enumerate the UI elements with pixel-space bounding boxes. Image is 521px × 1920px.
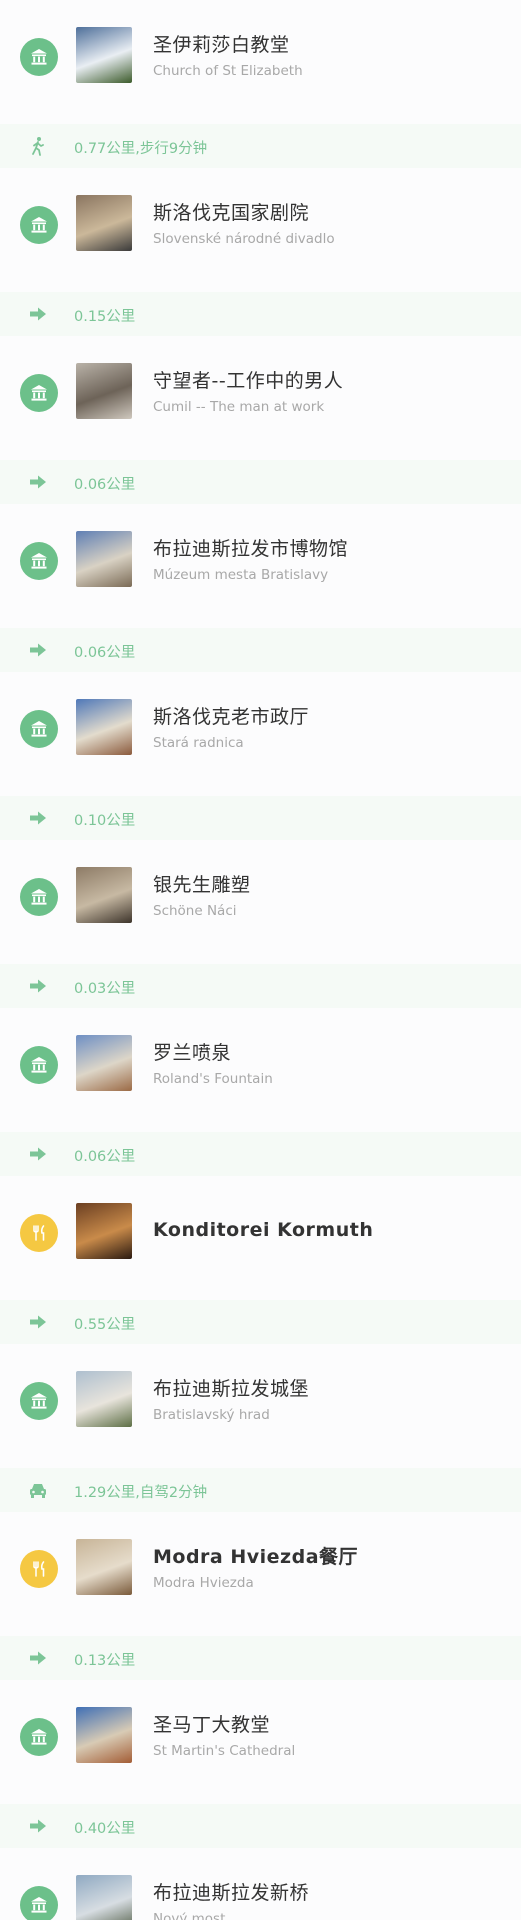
poi-subtitle: Nový most <box>153 1911 226 1920</box>
poi-subtitle: Cumil -- The man at work <box>153 399 325 415</box>
route-leg[interactable]: 1.29公里,自驾2分钟 <box>0 1468 521 1512</box>
arrow-icon <box>27 1648 49 1668</box>
museum-icon <box>20 878 58 916</box>
poi-thumbnail[interactable] <box>76 27 132 83</box>
poi-thumbnail[interactable] <box>76 531 132 587</box>
museum-icon <box>20 1718 58 1756</box>
arrow-icon <box>27 304 49 324</box>
route-leg[interactable]: 0.06公里 <box>0 460 521 504</box>
route-leg[interactable]: 0.77公里,步行9分钟 <box>0 124 521 168</box>
poi-name: 圣伊莉莎白教堂 <box>153 34 290 56</box>
itinerary-list: 圣伊莉莎白教堂 Church of St Elizabeth 0.77公里,步行9分… <box>0 0 521 1920</box>
route-leg[interactable]: 0.55公里 <box>0 1300 521 1344</box>
route-distance: 0.15公里 <box>74 309 136 325</box>
poi-subtitle: Slovenské národné divadlo <box>153 231 335 247</box>
museum-icon <box>20 710 58 748</box>
route-leg[interactable]: 0.40公里 <box>0 1804 521 1848</box>
poi-name: 银先生雕塑 <box>153 874 251 896</box>
poi-name: 布拉迪斯拉发市博物馆 <box>153 538 349 560</box>
poi-thumbnail[interactable] <box>76 699 132 755</box>
poi-subtitle: St Martin's Cathedral <box>153 1743 296 1759</box>
arrow-icon <box>27 1312 49 1332</box>
route-distance: 0.03公里 <box>74 981 136 997</box>
route-leg[interactable]: 0.03公里 <box>0 964 521 1008</box>
poi-item[interactable]: Modra Hviezda餐厅 Modra Hviezda <box>0 1512 521 1636</box>
poi-item[interactable]: 布拉迪斯拉发新桥 Nový most <box>0 1848 521 1920</box>
poi-thumbnail[interactable] <box>76 1539 132 1595</box>
poi-item[interactable]: 罗兰喷泉 Roland's Fountain <box>0 1008 521 1132</box>
poi-item[interactable]: 布拉迪斯拉发市博物馆 Múzeum mesta Bratislavy <box>0 504 521 628</box>
museum-icon <box>20 542 58 580</box>
arrow-icon <box>27 808 49 828</box>
arrow-icon <box>27 1816 49 1836</box>
museum-icon <box>20 1382 58 1420</box>
poi-subtitle: Stará radnica <box>153 735 244 751</box>
route-leg[interactable]: 0.06公里 <box>0 1132 521 1176</box>
poi-thumbnail[interactable] <box>76 1707 132 1763</box>
poi-subtitle: Múzeum mesta Bratislavy <box>153 567 329 583</box>
poi-item[interactable]: 布拉迪斯拉发城堡 Bratislavský hrad <box>0 1344 521 1468</box>
route-distance: 0.06公里 <box>74 477 136 493</box>
poi-name: 斯洛伐克国家剧院 <box>153 202 310 224</box>
poi-thumbnail[interactable] <box>76 195 132 251</box>
poi-name: 罗兰喷泉 <box>153 1042 232 1064</box>
poi-thumbnail[interactable] <box>76 1371 132 1427</box>
poi-thumbnail[interactable] <box>76 1035 132 1091</box>
arrow-icon <box>27 976 49 996</box>
museum-icon <box>20 38 58 76</box>
cutlery-icon <box>20 1214 58 1252</box>
arrow-icon <box>27 640 49 660</box>
route-distance: 1.29公里,自驾2分钟 <box>74 1485 208 1501</box>
poi-name: 布拉迪斯拉发城堡 <box>153 1378 310 1400</box>
route-distance: 0.06公里 <box>74 1149 136 1165</box>
poi-subtitle: Church of St Elizabeth <box>153 63 303 79</box>
poi-subtitle: Schöne Náci <box>153 903 237 919</box>
route-distance: 0.13公里 <box>74 1653 136 1669</box>
arrow-icon <box>27 472 49 492</box>
arrow-icon <box>27 1144 49 1164</box>
route-distance: 0.10公里 <box>74 813 136 829</box>
museum-icon <box>20 1886 58 1920</box>
poi-name: 斯洛伐克老市政厅 <box>153 706 310 728</box>
poi-item[interactable]: 银先生雕塑 Schöne Náci <box>0 840 521 964</box>
poi-subtitle: Modra Hviezda <box>153 1575 254 1591</box>
poi-item[interactable]: 斯洛伐克国家剧院 Slovenské národné divadlo <box>0 168 521 292</box>
route-leg[interactable]: 0.10公里 <box>0 796 521 840</box>
poi-item[interactable]: 圣伊莉莎白教堂 Church of St Elizabeth <box>0 0 521 124</box>
museum-icon <box>20 374 58 412</box>
poi-name: Konditorei Kormuth <box>153 1219 374 1241</box>
walk-icon <box>27 136 49 156</box>
route-leg[interactable]: 0.13公里 <box>0 1636 521 1680</box>
poi-item[interactable]: 斯洛伐克老市政厅 Stará radnica <box>0 672 521 796</box>
poi-name: 圣马丁大教堂 <box>153 1714 271 1736</box>
poi-thumbnail[interactable] <box>76 1875 132 1920</box>
poi-subtitle: Bratislavský hrad <box>153 1407 270 1423</box>
route-distance: 0.40公里 <box>74 1821 136 1837</box>
poi-name: 守望者--工作中的男人 <box>153 370 344 392</box>
car-icon <box>27 1480 49 1500</box>
poi-thumbnail[interactable] <box>76 1203 132 1259</box>
poi-name: Modra Hviezda餐厅 <box>153 1546 359 1568</box>
poi-item[interactable]: Konditorei Kormuth <box>0 1176 521 1300</box>
route-distance: 0.55公里 <box>74 1317 136 1333</box>
poi-thumbnail[interactable] <box>76 363 132 419</box>
route-leg[interactable]: 0.15公里 <box>0 292 521 336</box>
route-leg[interactable]: 0.06公里 <box>0 628 521 672</box>
cutlery-icon <box>20 1550 58 1588</box>
poi-item[interactable]: 圣马丁大教堂 St Martin's Cathedral <box>0 1680 521 1804</box>
poi-thumbnail[interactable] <box>76 867 132 923</box>
route-distance: 0.77公里,步行9分钟 <box>74 141 208 157</box>
museum-icon <box>20 1046 58 1084</box>
poi-name: 布拉迪斯拉发新桥 <box>153 1882 310 1904</box>
poi-subtitle: Roland's Fountain <box>153 1071 273 1087</box>
museum-icon <box>20 206 58 244</box>
poi-item[interactable]: 守望者--工作中的男人 Cumil -- The man at work <box>0 336 521 460</box>
route-distance: 0.06公里 <box>74 645 136 661</box>
